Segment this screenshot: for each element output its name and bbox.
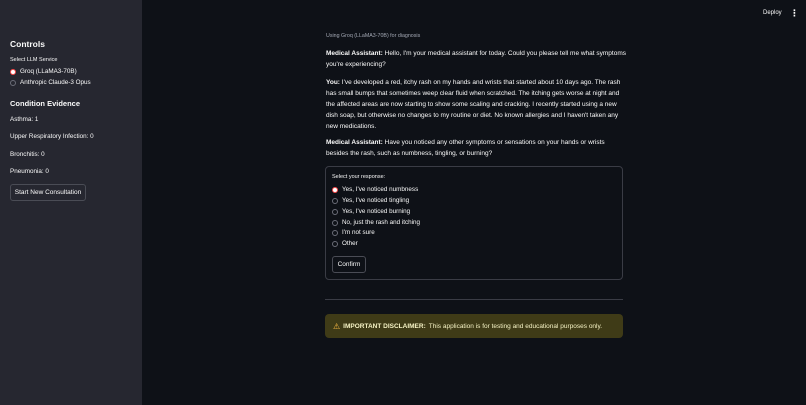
evidence-item: Upper Respiratory Infection: 0 bbox=[10, 133, 94, 140]
radio-checked-icon[interactable] bbox=[332, 186, 338, 193]
llm-option-label: Anthropic Claude-3 Opus bbox=[20, 79, 91, 86]
disclaimer-banner: ⚠ IMPORTANT DISCLAIMER: This application… bbox=[325, 314, 623, 338]
response-option[interactable]: Yes, I've noticed burning bbox=[332, 208, 410, 215]
chat-message: Medical Assistant: Have you noticed any … bbox=[326, 137, 626, 159]
response-option[interactable]: Other bbox=[332, 240, 358, 247]
disclaimer-text: This application is for testing and educ… bbox=[428, 322, 603, 330]
response-option-label: Yes, I've noticed tingling bbox=[342, 197, 410, 204]
kebab-menu-icon[interactable]: ⋮ bbox=[790, 8, 799, 19]
response-option[interactable]: Yes, I've noticed numbness bbox=[332, 186, 418, 193]
radio-unchecked-icon[interactable] bbox=[332, 219, 338, 226]
radio-checked-icon[interactable] bbox=[10, 68, 16, 75]
message-speaker: Medical Assistant: bbox=[326, 50, 383, 57]
evidence-item: Pneumonia: 0 bbox=[10, 168, 49, 175]
response-option-label: Other bbox=[342, 240, 358, 247]
response-option-label: Yes, I've noticed numbness bbox=[342, 186, 419, 193]
response-label: Select your response: bbox=[332, 174, 386, 180]
start-new-consultation-button[interactable]: Start New Consultation bbox=[10, 184, 86, 201]
response-option-label: No, just the rash and itching bbox=[342, 219, 421, 226]
sidebar-title: Controls bbox=[10, 39, 45, 49]
llm-option-label: Groq (LLaMA3-70B) bbox=[20, 68, 77, 75]
evidence-item: Bronchitis: 0 bbox=[10, 151, 45, 158]
llm-status-text: Using Groq (LLaMA3-70B) for diagnosis bbox=[326, 33, 421, 39]
warning-icon: ⚠ bbox=[333, 321, 341, 331]
llm-select-label: Select LLM Service bbox=[10, 57, 58, 63]
deploy-button[interactable]: Deploy bbox=[763, 10, 782, 16]
confirm-button[interactable]: Confirm bbox=[332, 256, 366, 273]
message-speaker: You: bbox=[326, 79, 340, 86]
message-text: I've developed a red, itchy rash on my h… bbox=[326, 79, 621, 130]
response-option[interactable]: I'm not sure bbox=[332, 229, 375, 236]
chat-message: You: I've developed a red, itchy rash on… bbox=[326, 77, 626, 132]
response-option-label: I'm not sure bbox=[342, 229, 375, 236]
llm-option-groq[interactable]: Groq (LLaMA3-70B) bbox=[10, 68, 77, 75]
disclaimer-title: IMPORTANT DISCLAIMER: bbox=[343, 322, 426, 330]
message-speaker: Medical Assistant: bbox=[326, 139, 383, 146]
evidence-item: Asthma: 1 bbox=[10, 116, 39, 123]
chat-message: Medical Assistant: Hello, I'm your medic… bbox=[326, 48, 626, 70]
sidebar: Controls Select LLM Service Groq (LLaMA3… bbox=[0, 0, 142, 405]
radio-unchecked-icon[interactable] bbox=[332, 229, 338, 236]
llm-option-claude[interactable]: Anthropic Claude-3 Opus bbox=[10, 79, 91, 86]
response-option[interactable]: Yes, I've noticed tingling bbox=[332, 197, 409, 204]
radio-unchecked-icon[interactable] bbox=[332, 208, 338, 215]
radio-unchecked-icon[interactable] bbox=[10, 79, 16, 86]
response-option[interactable]: No, just the rash and itching bbox=[332, 219, 420, 226]
evidence-heading: Condition Evidence bbox=[10, 99, 81, 108]
radio-unchecked-icon[interactable] bbox=[332, 197, 338, 204]
divider bbox=[325, 299, 623, 300]
radio-unchecked-icon[interactable] bbox=[332, 240, 338, 247]
response-option-label: Yes, I've noticed burning bbox=[342, 208, 411, 215]
